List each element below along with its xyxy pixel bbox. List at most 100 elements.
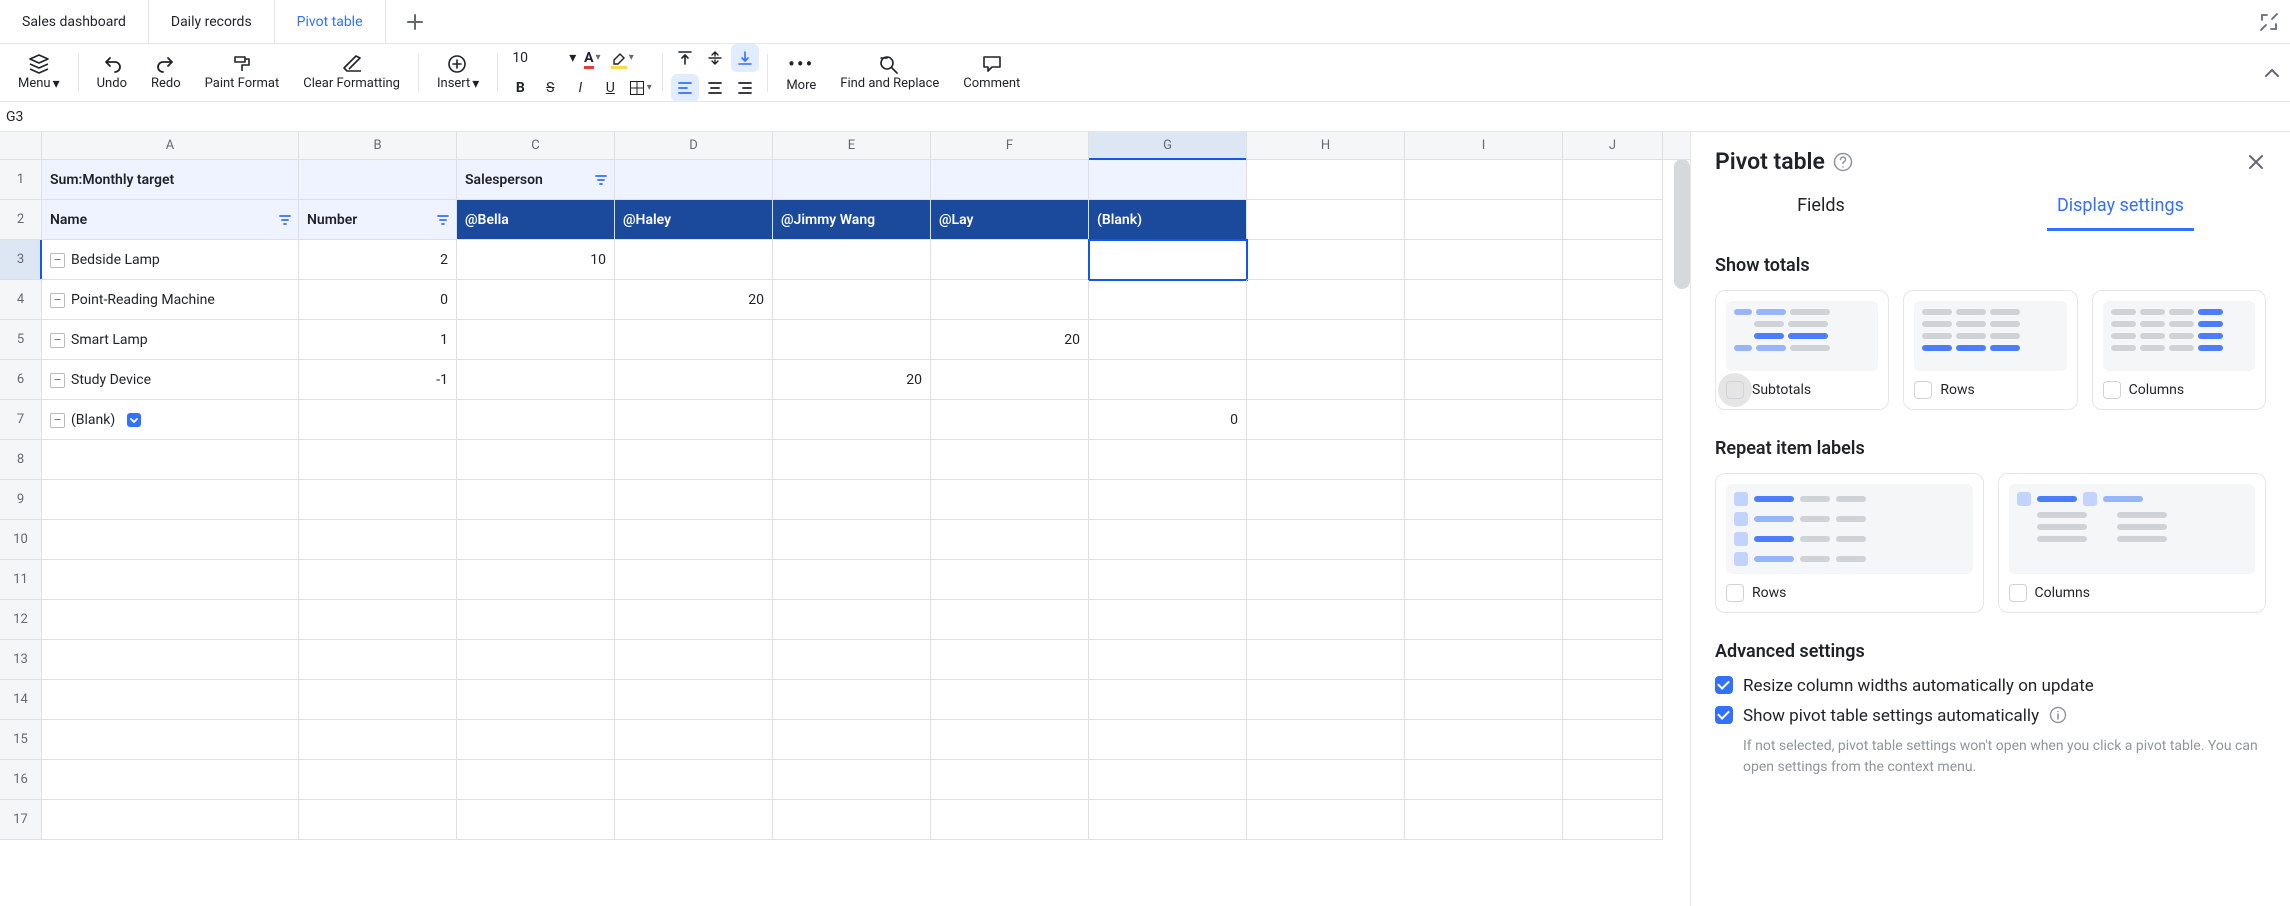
cell[interactable] <box>457 320 615 360</box>
cell[interactable]: Sum:Monthly target <box>42 160 299 200</box>
collapse-icon[interactable]: – <box>50 293 65 308</box>
cell[interactable]: -1 <box>299 360 457 400</box>
row-header[interactable]: 1 <box>0 160 42 200</box>
cell[interactable] <box>1089 520 1247 560</box>
show-totals-subtotals-card[interactable]: Subtotals <box>1715 290 1889 410</box>
cell[interactable] <box>299 720 457 760</box>
cell[interactable] <box>457 440 615 480</box>
cell[interactable]: 20 <box>773 360 931 400</box>
cell-reference-box[interactable]: G3 <box>0 109 90 125</box>
cell[interactable] <box>1563 680 1663 720</box>
cell[interactable] <box>1247 600 1405 640</box>
cell[interactable] <box>1089 680 1247 720</box>
add-tab-button[interactable] <box>386 0 444 43</box>
cell[interactable]: Salesperson <box>457 160 615 200</box>
checkbox[interactable] <box>2009 584 2027 602</box>
cell[interactable] <box>1247 640 1405 680</box>
cell[interactable] <box>773 480 931 520</box>
cell[interactable] <box>457 680 615 720</box>
cell[interactable] <box>1563 560 1663 600</box>
cell[interactable] <box>773 440 931 480</box>
cell[interactable] <box>1089 560 1247 600</box>
cell[interactable] <box>1405 440 1563 480</box>
cell[interactable] <box>931 400 1089 440</box>
checkbox[interactable] <box>1914 381 1932 399</box>
checkbox[interactable] <box>2103 381 2121 399</box>
row-header[interactable]: 10 <box>0 520 42 560</box>
cell[interactable] <box>615 680 773 720</box>
cell[interactable] <box>1405 240 1563 280</box>
cell[interactable] <box>1247 160 1405 200</box>
cell[interactable] <box>1405 160 1563 200</box>
cell[interactable] <box>457 560 615 600</box>
row-header[interactable]: 17 <box>0 800 42 840</box>
cell[interactable] <box>931 720 1089 760</box>
resize-columns-option[interactable]: Resize column widths automatically on up… <box>1715 676 2266 696</box>
cell[interactable] <box>299 160 457 200</box>
cell[interactable] <box>1247 520 1405 560</box>
cell[interactable] <box>1089 600 1247 640</box>
cell[interactable] <box>615 240 773 280</box>
cell[interactable]: Name <box>42 200 299 240</box>
cell[interactable] <box>931 600 1089 640</box>
cell[interactable] <box>42 600 299 640</box>
align-right-button[interactable] <box>731 74 759 102</box>
cell[interactable]: @Lay <box>931 200 1089 240</box>
cell[interactable]: @Bella <box>457 200 615 240</box>
cell[interactable] <box>773 160 931 200</box>
cell[interactable]: 10 <box>457 240 615 280</box>
row-header[interactable]: 6 <box>0 360 42 400</box>
cell[interactable] <box>1089 280 1247 320</box>
cell[interactable] <box>457 360 615 400</box>
cell[interactable] <box>1089 640 1247 680</box>
col-header-H[interactable]: H <box>1247 132 1405 159</box>
checkbox[interactable] <box>1726 381 1744 399</box>
cell[interactable] <box>773 560 931 600</box>
cell[interactable] <box>1563 720 1663 760</box>
row-header[interactable]: 5 <box>0 320 42 360</box>
borders-button[interactable]: ▾ <box>626 74 654 102</box>
fill-color-button[interactable]: ▾ <box>608 44 636 72</box>
cell[interactable] <box>1089 160 1247 200</box>
row-header[interactable]: 13 <box>0 640 42 680</box>
cell[interactable] <box>42 520 299 560</box>
find-replace-button[interactable]: Find and Replace <box>830 54 949 91</box>
cell[interactable] <box>931 360 1089 400</box>
cell[interactable] <box>1247 240 1405 280</box>
row-header[interactable]: 7 <box>0 400 42 440</box>
cell[interactable] <box>1563 480 1663 520</box>
cell[interactable]: (Blank) <box>1089 200 1247 240</box>
cell[interactable] <box>615 320 773 360</box>
collapse-icon[interactable]: – <box>50 413 65 428</box>
cell[interactable] <box>1089 320 1247 360</box>
cell[interactable] <box>931 800 1089 840</box>
cell[interactable] <box>1247 800 1405 840</box>
cell[interactable] <box>457 800 615 840</box>
row-header[interactable]: 9 <box>0 480 42 520</box>
cell[interactable] <box>1405 320 1563 360</box>
cell[interactable] <box>1089 440 1247 480</box>
cell[interactable] <box>615 440 773 480</box>
cell[interactable] <box>1563 240 1663 280</box>
cell[interactable]: 2 <box>299 240 457 280</box>
cell[interactable] <box>1247 680 1405 720</box>
cell[interactable] <box>1405 200 1563 240</box>
col-header-E[interactable]: E <box>773 132 931 159</box>
cell[interactable] <box>1563 200 1663 240</box>
col-header-C[interactable]: C <box>457 132 615 159</box>
cell[interactable] <box>615 800 773 840</box>
repeat-rows-card[interactable]: Rows <box>1715 473 1984 613</box>
cell[interactable]: –(Blank) <box>42 400 299 440</box>
cell[interactable] <box>773 680 931 720</box>
cell[interactable] <box>299 520 457 560</box>
tab-pivot-table[interactable]: Pivot table <box>275 0 386 43</box>
cell[interactable] <box>457 720 615 760</box>
cell[interactable] <box>1247 440 1405 480</box>
cell[interactable] <box>773 760 931 800</box>
valign-middle-button[interactable] <box>701 44 729 72</box>
cell[interactable]: @Haley <box>615 200 773 240</box>
collapse-icon[interactable]: – <box>50 253 65 268</box>
cell[interactable] <box>615 520 773 560</box>
col-header-G[interactable]: G <box>1089 132 1247 159</box>
show-pivot-auto-option[interactable]: Show pivot table settings automatically <box>1715 706 2266 726</box>
